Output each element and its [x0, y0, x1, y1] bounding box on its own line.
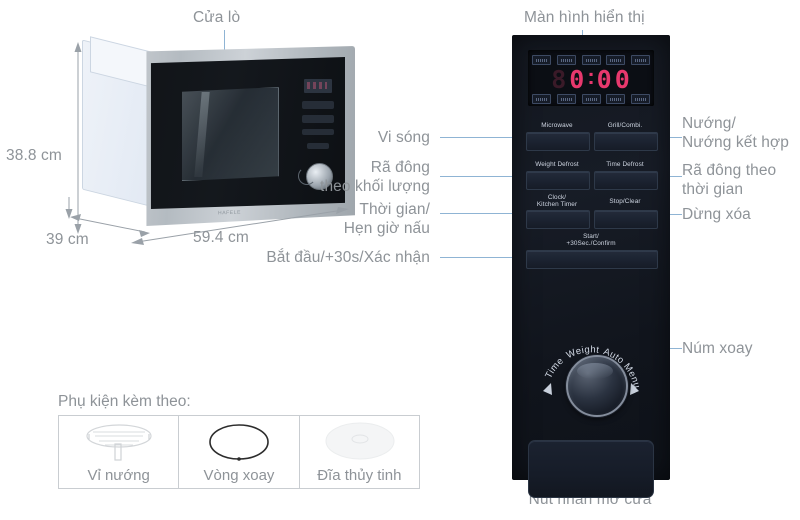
display-digit-4: 0 [614, 64, 631, 94]
callout-knob-label: Núm xoay [682, 340, 753, 357]
callout-door-label: Cửa lò [193, 9, 241, 26]
callout-display-label: Màn hình hiển thị [524, 9, 645, 26]
display-digit-3: 0 [596, 64, 613, 94]
display-indicators-bottom [532, 94, 650, 104]
clock-kitchen-timer-button[interactable] [526, 210, 590, 229]
accessory-item-grill-rack: Vỉ nướng [59, 416, 180, 488]
callout-microwave-label: Vi sóng [377, 129, 430, 146]
callout-weight-defrost-line2: theo khối lượng [320, 178, 430, 195]
indicator-2-icon [556, 55, 576, 65]
indicator-1-icon [532, 55, 551, 65]
leader-weight-defrost [440, 176, 512, 177]
product-diagram: Cửa lò Màn hình hiển thị HAFELE 38.8 cm … [0, 0, 800, 520]
indicator-6-icon [532, 94, 551, 104]
callout-start-label: Bắt đầu/+30s/Xác nhận [266, 249, 430, 266]
dimension-depth-label: 39 cm [46, 231, 89, 248]
callout-weight-defrost-line1: Rã đông [370, 159, 430, 176]
callout-time-defrost-line2: thời gian [682, 181, 744, 198]
oven-button-row-1 [302, 101, 334, 109]
knob-arrow-left-icon [543, 383, 552, 395]
knob-label-time: Time [543, 355, 566, 380]
grill-combi-button[interactable] [594, 132, 658, 151]
oven-display-small [304, 79, 332, 93]
accessories-table: Vỉ nướng Vòng xoay Đĩa thủy tinh [58, 415, 420, 489]
indicator-4-icon [606, 55, 626, 65]
rotary-knob[interactable] [566, 355, 628, 417]
start-confirm-button-label-line2: +30Sec./Confirm [566, 240, 616, 247]
accessory-label-grill-rack: Vỉ nướng [87, 467, 150, 484]
callout-grill-line1: Nướng/ [682, 115, 736, 132]
roller-ring-icon [209, 424, 270, 461]
indicator-9-icon [606, 94, 626, 104]
callout-clock-timer-line2: Hẹn giờ nấu [343, 220, 430, 237]
display-digits: 8 0 : 0 0 [528, 64, 654, 94]
microwave-button[interactable] [526, 132, 590, 151]
accessory-item-glass-plate: Đĩa thủy tinh [300, 416, 419, 488]
stop-clear-button-label: Stop/Clear [609, 198, 641, 205]
microwave-button-label: Microwave [541, 122, 573, 129]
callout-stop-clear-label: Dừng xóa [682, 206, 751, 223]
glass-plate-icon [325, 422, 395, 460]
accessory-label-roller-ring: Vòng xoay [203, 467, 275, 484]
accessory-item-roller-ring: Vòng xoay [179, 416, 300, 488]
oven-button-row-2 [302, 115, 334, 123]
display-screen: 8 0 : 0 0 [528, 50, 654, 106]
accessories-title: Phụ kiện kèm theo: [58, 393, 191, 410]
dimension-width-label: 59.4 cm [193, 229, 249, 246]
display-colon: : [587, 64, 595, 89]
indicator-10-icon [631, 94, 650, 104]
clock-kitchen-timer-button-label-line2: Kitchen Timer [536, 201, 578, 208]
weight-defrost-button[interactable] [526, 171, 590, 190]
accessory-label-glass-plate: Đĩa thủy tinh [317, 467, 402, 484]
callout-grill-line2: Nướng kết hợp [682, 134, 789, 151]
leader-clock-timer [440, 213, 512, 214]
time-defrost-button-label: Time Defrost [606, 161, 644, 168]
weight-defrost-button-label: Weight Defrost [535, 161, 579, 168]
start-confirm-button[interactable] [526, 250, 658, 269]
callout-time-defrost-line1: Rã đông theo [682, 162, 777, 179]
control-panel: 8 0 : 0 0 Microwave Grill/Combi. Weight … [512, 35, 670, 498]
display-digit-1: 8 [551, 64, 568, 94]
stop-clear-button[interactable] [594, 210, 658, 229]
indicator-5-icon [631, 55, 650, 65]
display-digit-2: 0 [569, 64, 586, 94]
leader-microwave [440, 137, 512, 138]
time-defrost-button[interactable] [594, 171, 658, 190]
indicator-8-icon [581, 94, 601, 104]
grill-rack-icon [86, 424, 152, 461]
dimension-height-label: 38.8 cm [6, 147, 62, 164]
grill-combi-button-label: Grill/Combi. [607, 122, 643, 129]
rotary-knob-zone: Time Weight Auto Menu [536, 325, 646, 435]
door-open-button[interactable] [528, 440, 654, 498]
indicator-7-icon [556, 94, 576, 104]
callout-clock-timer-line1: Thời gian/ [359, 201, 430, 218]
